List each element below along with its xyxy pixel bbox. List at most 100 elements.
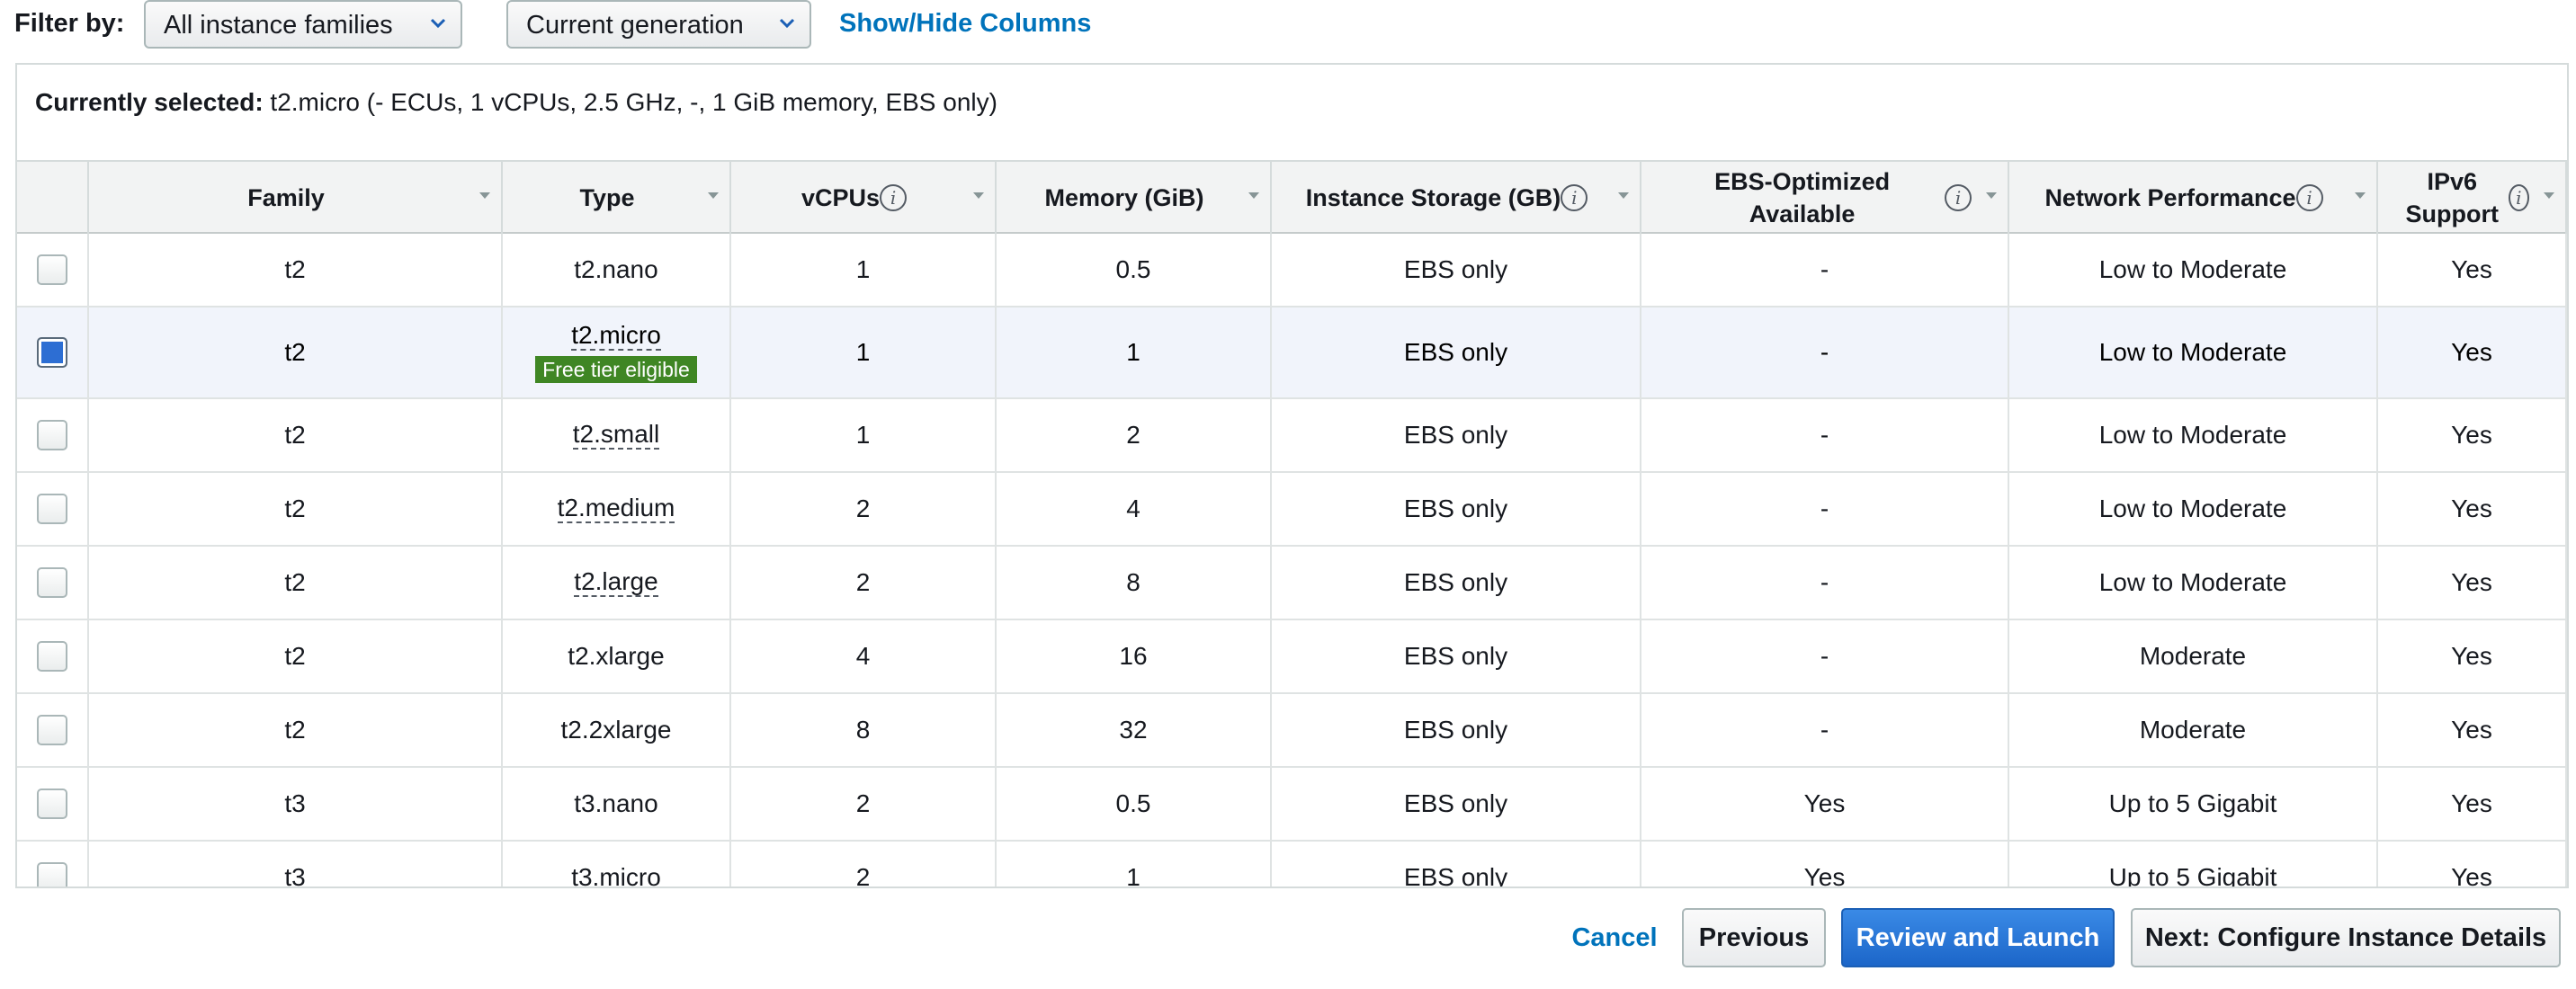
column-header-type[interactable]: Type <box>503 162 731 234</box>
sort-caret-icon[interactable] <box>1247 192 1261 200</box>
table-row[interactable]: t2 t2.xlarge 4 16 EBS only - Moderate Yes <box>17 620 2567 694</box>
column-header-label: Type <box>579 183 635 211</box>
instance-family-select-value: All instance families <box>164 11 393 40</box>
show-hide-columns-link[interactable]: Show/Hide Columns <box>839 9 1091 39</box>
cell-type: t2.xlarge <box>503 620 731 692</box>
cell-value: t2 <box>284 421 306 449</box>
column-header-label: Memory (GiB) <box>1044 183 1204 211</box>
cell-family: t2 <box>89 399 503 471</box>
info-icon[interactable]: i <box>2508 184 2529 211</box>
cell-instance-storage-gb: EBS only <box>1272 473 1641 545</box>
cell-network-performance: Up to 5 Gigabit <box>2009 842 2378 887</box>
cell-ipv6-support: Yes <box>2378 768 2567 840</box>
previous-button[interactable]: Previous <box>1682 908 1826 967</box>
sort-caret-icon[interactable] <box>2542 192 2556 200</box>
cell-value: Yes <box>2451 789 2492 817</box>
cell-network-performance: Low to Moderate <box>2009 307 2378 397</box>
cell-network-performance: Moderate <box>2009 694 2378 766</box>
cell-value: t2 <box>284 494 306 522</box>
info-icon[interactable]: i <box>1561 184 1588 211</box>
info-icon[interactable]: i <box>880 184 908 211</box>
cell-value: 2 <box>1126 421 1140 449</box>
sort-caret-icon[interactable] <box>1616 192 1631 200</box>
sort-caret-icon[interactable] <box>706 192 720 200</box>
row-checkbox[interactable] <box>37 715 67 745</box>
cell-family: t3 <box>89 842 503 887</box>
cell-value: 2 <box>855 494 871 522</box>
column-header-memory-gib[interactable]: Memory (GiB) <box>997 162 1272 234</box>
sort-caret-icon[interactable] <box>478 192 492 200</box>
column-header-family[interactable]: Family <box>89 162 503 234</box>
instance-family-select[interactable]: All instance families <box>144 0 462 49</box>
row-checkbox[interactable] <box>37 789 67 819</box>
column-header-select <box>17 162 89 234</box>
instance-type-label: t2.2xlarge <box>560 716 672 744</box>
currently-selected-summary: Currently selected: t2.micro (- ECUs, 1 … <box>35 88 997 117</box>
table-row[interactable]: t3 t3.micro 2 1 EBS only Yes Up to 5 Gigabit Ye… <box>17 842 2567 888</box>
cell-value: Low to Moderate <box>2098 421 2287 449</box>
cell-value: Yes <box>2451 863 2492 888</box>
table-row[interactable]: t2 t2.medium 2 4 EBS only - Low to Moderate Yes <box>17 473 2567 547</box>
cell-vcpus: 2 <box>731 842 997 887</box>
cell-value: EBS only <box>1403 789 1508 817</box>
table-row[interactable]: t2 t2.nano 1 0.5 EBS only - Low to Moderate Yes <box>17 234 2567 307</box>
row-checkbox[interactable] <box>37 862 67 887</box>
info-icon[interactable]: i <box>2295 184 2323 211</box>
column-header-vcpus[interactable]: vCPUs i <box>731 162 997 234</box>
cell-value: EBS only <box>1403 863 1508 888</box>
column-header-ipv6-support[interactable]: IPv6 Support i <box>2378 162 2567 234</box>
cell-vcpus: 1 <box>731 234 997 306</box>
cell-value: - <box>1820 338 1829 366</box>
row-checkbox[interactable] <box>37 567 67 598</box>
sort-caret-icon[interactable] <box>971 192 986 200</box>
currently-selected-label: Currently selected: <box>35 88 264 116</box>
cell-network-performance: Low to Moderate <box>2009 547 2378 619</box>
table-row[interactable]: t2 t2.2xlarge 8 32 EBS only - Moderate Yes <box>17 694 2567 768</box>
row-checkbox[interactable] <box>37 337 67 368</box>
row-checkbox[interactable] <box>37 420 67 450</box>
cancel-button[interactable]: Cancel <box>1565 908 1664 967</box>
cell-value: 32 <box>1119 716 1148 744</box>
cell-value: 8 <box>855 716 871 744</box>
cell-value: t2 <box>284 716 306 744</box>
cell-value: 16 <box>1119 642 1148 670</box>
cell-ebs-optimized-available: - <box>1641 399 2009 471</box>
instance-type-label: t2.nano <box>574 255 658 283</box>
cell-ebs-optimized-available: - <box>1641 547 2009 619</box>
column-header-network-performance[interactable]: Network Performance i <box>2009 162 2378 234</box>
table-row[interactable]: t2 t2.micro Free tier eligible 1 1 EBS only - L… <box>17 307 2567 399</box>
table-row[interactable]: t2 t2.small 1 2 EBS only - Low to Moderate Yes <box>17 399 2567 473</box>
cell-value: Moderate <box>2139 642 2247 670</box>
currently-selected-value: t2.micro (- ECUs, 1 vCPUs, 2.5 GHz, -, 1… <box>270 88 997 116</box>
cell-ebs-optimized-available: Yes <box>1641 842 2009 887</box>
sort-caret-icon[interactable] <box>2353 192 2367 200</box>
row-select-cell <box>17 307 89 397</box>
cell-value: 4 <box>1126 494 1140 522</box>
review-and-launch-button[interactable]: Review and Launch <box>1841 908 2115 967</box>
column-header-ebs-optimized-available[interactable]: EBS-Optimized Available i <box>1641 162 2009 234</box>
cell-value: t2 <box>284 568 306 596</box>
row-checkbox[interactable] <box>37 641 67 672</box>
cell-value: - <box>1820 568 1829 596</box>
table-row[interactable]: t2 t2.large 2 8 EBS only - Low to Moderate Yes <box>17 547 2567 620</box>
cell-vcpus: 2 <box>731 473 997 545</box>
column-header-instance-storage-gb[interactable]: Instance Storage (GB) i <box>1272 162 1641 234</box>
cell-value: EBS only <box>1403 494 1508 522</box>
cell-value: t2 <box>284 338 306 366</box>
sort-caret-icon[interactable] <box>1984 192 1999 200</box>
cell-value: t2 <box>284 642 306 670</box>
cell-vcpus: 2 <box>731 768 997 840</box>
generation-select[interactable]: Current generation <box>506 0 811 49</box>
cell-instance-storage-gb: EBS only <box>1272 547 1641 619</box>
chevron-down-icon <box>430 18 446 29</box>
cell-value: EBS only <box>1403 255 1508 283</box>
next-configure-instance-details-button[interactable]: Next: Configure Instance Details <box>2131 908 2561 967</box>
cell-type: t2.2xlarge <box>503 694 731 766</box>
row-checkbox[interactable] <box>37 494 67 524</box>
row-checkbox[interactable] <box>37 254 67 285</box>
cell-vcpus: 4 <box>731 620 997 692</box>
info-icon[interactable]: i <box>1945 184 1972 211</box>
cell-value: 4 <box>855 642 871 670</box>
table-row[interactable]: t3 t3.nano 2 0.5 EBS only Yes Up to 5 Gigabit Y… <box>17 768 2567 842</box>
cell-value: EBS only <box>1403 568 1508 596</box>
